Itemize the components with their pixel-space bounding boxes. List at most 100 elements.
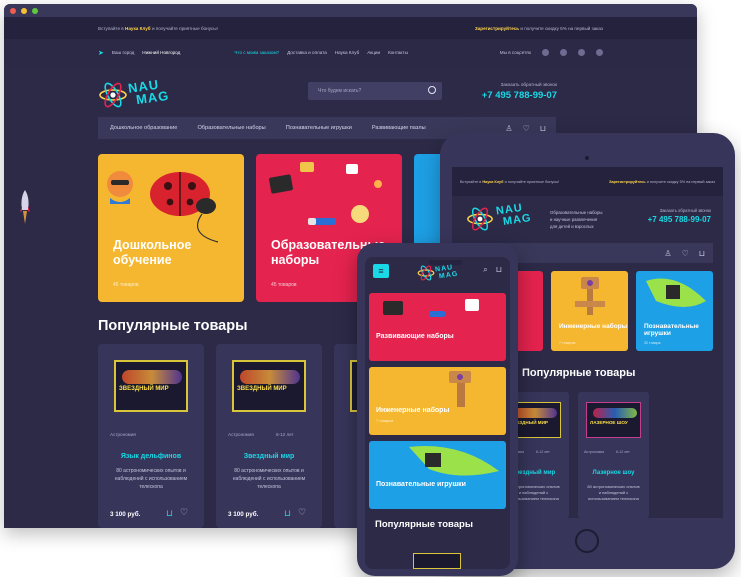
site-header: NAU MAG Образовательные наборы и научные… [452, 196, 723, 240]
user-icon[interactable]: ♙ [664, 249, 671, 258]
category-card-preschool[interactable]: Дошкольное обучение 45 товаров [98, 154, 244, 302]
camera-icon [585, 156, 589, 160]
cart-icon[interactable]: ⊔ [496, 265, 502, 275]
category-card-engineering[interactable]: Инженерные наборы 7 товаров [551, 271, 628, 351]
register-link[interactable]: Зарегистрируйтесь [609, 180, 646, 184]
product-image: ЗВЕЗДНЫЙ МИР [114, 360, 188, 412]
product-name[interactable]: Звездный мир [216, 453, 322, 460]
rocket-icon [20, 190, 30, 224]
category-count: 45 товаров [271, 282, 297, 288]
category-count: 32 товара [644, 341, 661, 345]
add-to-cart-icon[interactable]: ⊔ [166, 508, 173, 519]
site-logo[interactable]: NAU MAG [466, 202, 542, 236]
facebook-icon[interactable] [560, 49, 567, 56]
logo-wordmark: NAU MAG [127, 76, 171, 108]
menu-item-toys[interactable]: Познавательные игрушки [286, 125, 352, 131]
product-card[interactable]: ЛАЗЕРНОЕ ШОУ Астрономия 6-12 лет Лазерно… [578, 392, 649, 518]
category-count: 45 товаров [113, 282, 139, 288]
callback-link[interactable]: Заказать обратный звонок [482, 82, 557, 87]
category-name: Инженерные наборы [376, 407, 450, 414]
close-window-dot[interactable] [10, 7, 16, 14]
section-title: Популярные товары [522, 367, 636, 379]
menu-item-kits[interactable]: Образовательные наборы [197, 125, 265, 131]
city-selector[interactable]: Нижний Новгород [142, 50, 180, 55]
menu-item-preschool[interactable]: Дошкольное образование [110, 125, 177, 131]
instagram-icon[interactable] [578, 49, 585, 56]
product-image[interactable] [413, 553, 461, 569]
logo-wordmark: NAU MAG [434, 264, 459, 281]
search-icon[interactable] [428, 86, 436, 94]
menu-item-puzzles[interactable]: Развивающие пазлы [372, 125, 426, 131]
site-logo[interactable]: NAU MAG [98, 76, 178, 114]
youtube-icon[interactable] [596, 49, 603, 56]
callback-link[interactable]: Заказать обратный звонок [648, 208, 711, 213]
product-name[interactable]: Лазерное шоу [578, 470, 649, 476]
section-title: Популярные товары [98, 318, 248, 334]
atom-icon [467, 207, 493, 231]
vk-icon[interactable] [542, 49, 549, 56]
product-card[interactable]: ЗВЕЗДНЫЙ МИР Астрономия Язык дельфинов 8… [98, 344, 204, 528]
location-icon: ➤ [98, 49, 104, 57]
club-promo: Вступайте в Наука Клуб и получайте прият… [98, 26, 218, 31]
heart-icon[interactable]: ♡ [523, 124, 530, 133]
product-description: 80 астрономических опытов и наблюдений с… [114, 468, 188, 490]
category-count: 7 товаров [559, 341, 576, 345]
cart-icon[interactable]: ⊔ [699, 249, 705, 258]
kits-image [383, 299, 479, 317]
engineering-kit-image [575, 277, 605, 315]
nav-contacts[interactable]: Контакты [388, 50, 408, 55]
product-name[interactable]: Язык дельфинов [98, 453, 204, 460]
engineering-kit-image [449, 371, 471, 407]
add-to-cart-icon[interactable]: ⊔ [284, 508, 291, 519]
atom-icon [417, 265, 435, 281]
contact-block: Заказать обратный звонок +7 495 788-99-0… [648, 208, 711, 224]
cart-icon[interactable]: ⊔ [540, 124, 546, 133]
promo-text: Вступайте в [98, 25, 124, 31]
atom-icon [99, 82, 127, 108]
category-name: Познавательные игрушки [644, 323, 699, 337]
social-label: Мы в соцсетях [499, 50, 531, 55]
promo-text: и получайте приятные бонусы! [151, 25, 218, 31]
nav-order-status[interactable]: Что с моим заказом? [234, 50, 279, 55]
site-logo[interactable]: NAU MAG [417, 259, 459, 285]
product-category: Астрономия [584, 450, 605, 454]
phone-screen: ≡ NAU MAG ⌕ ⊔ Развивающие наборы Инженер… [365, 257, 510, 569]
nav-club[interactable]: Наука Клуб [335, 50, 359, 55]
search-input[interactable]: Что будем искать? [308, 82, 442, 100]
promo-strip: Вступайте в Наука Клуб и получайте прият… [4, 17, 697, 39]
top-nav: ➤ Ваш город Нижний Новгород Что с моим з… [4, 39, 697, 66]
product-description: 80 астрономических опытов и наблюдений с… [587, 484, 640, 501]
contact-block: Заказать обратный звонок +7 495 788-99-0… [482, 82, 557, 101]
club-link[interactable]: Наука Клуб [125, 26, 151, 31]
category-name: Инженерные наборы [559, 323, 628, 330]
favorite-icon[interactable]: ♡ [298, 507, 306, 518]
nav-delivery[interactable]: Доставка и оплата [287, 50, 327, 55]
maximize-window-dot[interactable] [32, 7, 38, 14]
heart-icon[interactable]: ♡ [682, 249, 689, 258]
search-icon[interactable]: ⌕ [483, 265, 487, 275]
category-card-toys[interactable]: Познавательные игрушки [369, 441, 506, 509]
favorite-icon[interactable]: ♡ [180, 507, 188, 518]
window-chrome [4, 4, 697, 17]
category-card-dev-kits[interactable]: Развивающие наборы [369, 293, 506, 361]
home-button[interactable] [575, 529, 599, 553]
menu-icon[interactable]: ≡ [373, 264, 389, 278]
product-age: 6-12 лет [616, 450, 630, 454]
user-icon[interactable]: ♙ [505, 124, 512, 133]
phone-number[interactable]: +7 495 788-99-07 [648, 215, 711, 224]
register-link[interactable]: Зарегистрируйтесь [475, 26, 519, 31]
category-name: Дошкольное обучение [113, 238, 192, 267]
ladybug-robot-image [107, 171, 219, 243]
category-card-engineering[interactable]: Инженерные наборы 7 товаров [369, 367, 506, 435]
kits-image [269, 162, 382, 225]
product-description: 80 астрономических опытов и наблюдений с… [232, 468, 306, 490]
promo-text: и получите скидку 5% на первый заказ [520, 25, 603, 31]
category-card-toys[interactable]: Познавательные игрушки 32 товара [636, 271, 713, 351]
product-image: ЗВЕЗДНЫЙ МИР [232, 360, 306, 412]
club-link[interactable]: Наука Клуб [482, 180, 503, 184]
minimize-window-dot[interactable] [21, 7, 27, 14]
phone-number[interactable]: +7 495 788-99-07 [482, 90, 557, 101]
nav-sales[interactable]: Акции [367, 50, 380, 55]
search-placeholder: Что будем искать? [318, 88, 362, 94]
product-card[interactable]: ЗВЕЗДНЫЙ МИР Астрономия 6-12 лет Звездны… [216, 344, 322, 528]
